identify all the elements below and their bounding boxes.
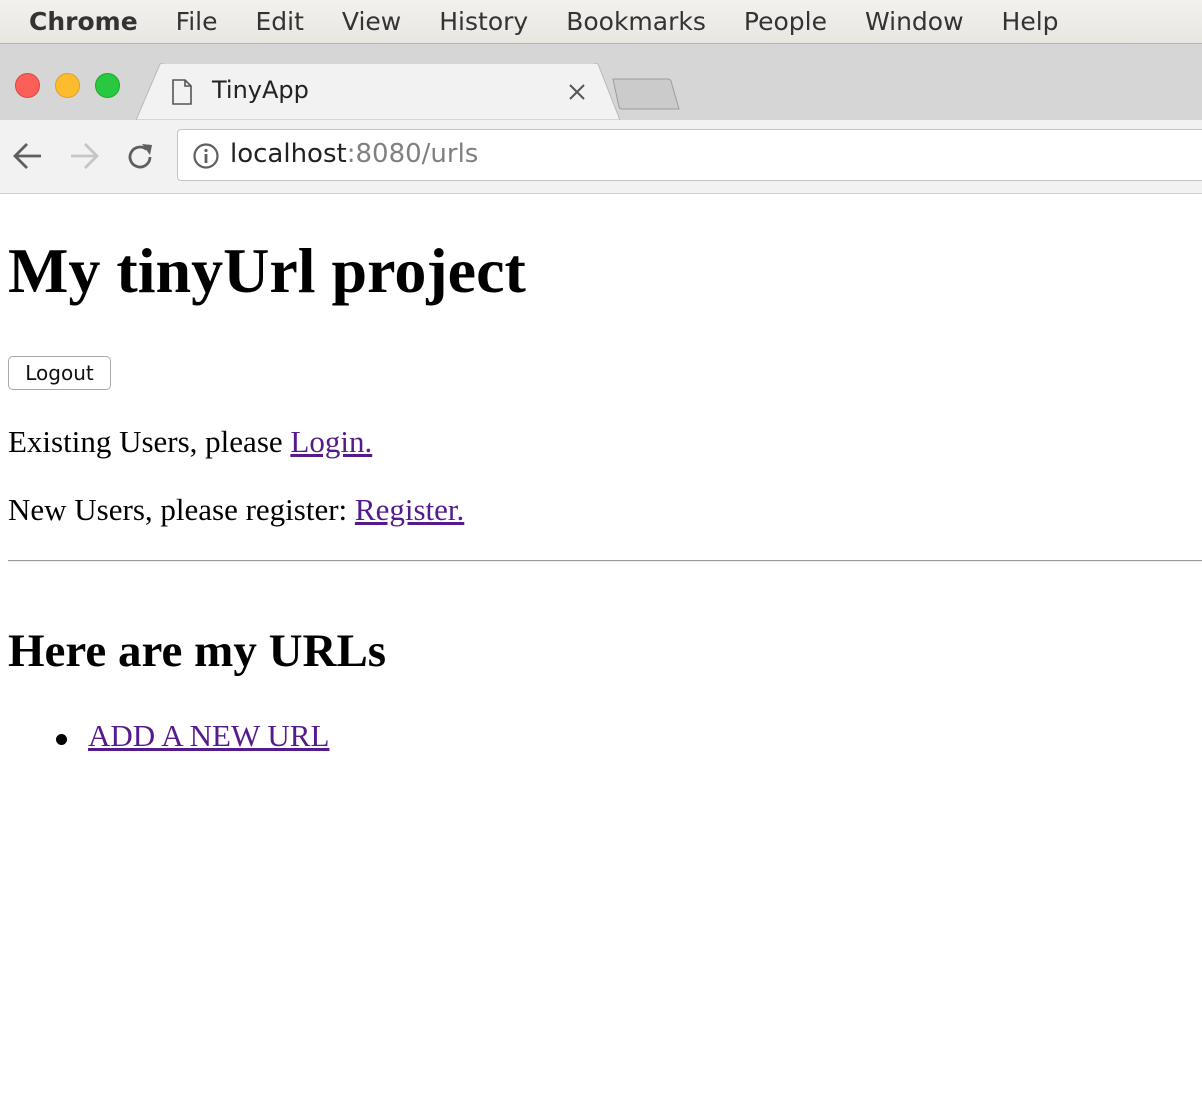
page-title: My tinyUrl project xyxy=(8,235,526,306)
menu-history[interactable]: History xyxy=(439,7,528,36)
add-new-url-link[interactable]: ADD A NEW URL xyxy=(88,718,329,753)
url-host: localhost xyxy=(230,139,347,169)
list-item: ADD A NEW URL xyxy=(88,718,329,754)
tab-strip: TinyApp xyxy=(0,44,1202,120)
login-link[interactable]: Login. xyxy=(290,424,372,459)
reload-icon[interactable] xyxy=(125,142,155,172)
forward-arrow-icon[interactable] xyxy=(69,142,99,170)
menu-app-chrome[interactable]: Chrome xyxy=(29,7,138,36)
window-close-button[interactable] xyxy=(15,73,40,98)
menu-bookmarks[interactable]: Bookmarks xyxy=(566,7,706,36)
url-path: :8080/urls xyxy=(346,139,479,169)
mac-menu-bar: Chrome File Edit View History Bookmarks … xyxy=(0,0,1202,44)
menu-view[interactable]: View xyxy=(342,7,401,36)
info-icon[interactable] xyxy=(192,142,220,170)
window-zoom-button[interactable] xyxy=(95,73,120,98)
urls-heading: Here are my URLs xyxy=(8,625,387,677)
menu-file[interactable]: File xyxy=(176,7,218,36)
window-minimize-button[interactable] xyxy=(55,73,80,98)
existing-users-text: Existing Users, please xyxy=(8,424,291,459)
address-bar[interactable]: localhost:8080/urls xyxy=(177,129,1202,181)
document-icon xyxy=(172,79,192,105)
menu-help[interactable]: Help xyxy=(1002,7,1059,36)
horizontal-rule xyxy=(8,560,1202,562)
url-text: localhost:8080/urls xyxy=(230,139,478,169)
page-content: My tinyUrl project Logout Existing Users… xyxy=(0,194,1202,1100)
tab-shape xyxy=(136,63,620,120)
existing-users-line: Existing Users, please Login. xyxy=(8,424,372,460)
menu-window[interactable]: Window xyxy=(865,7,964,36)
tab-title: TinyApp xyxy=(212,76,309,104)
browser-toolbar: localhost:8080/urls xyxy=(0,120,1202,194)
tab-tinyapp[interactable]: TinyApp xyxy=(136,63,620,120)
new-users-line: New Users, please register: Register. xyxy=(8,492,464,528)
new-tab-button[interactable] xyxy=(612,78,680,110)
register-link[interactable]: Register. xyxy=(355,492,464,527)
list-bullet xyxy=(56,734,67,745)
new-users-text: New Users, please register: xyxy=(8,492,355,527)
back-arrow-icon[interactable] xyxy=(13,142,43,170)
menu-people[interactable]: People xyxy=(744,7,827,36)
logout-button[interactable]: Logout xyxy=(8,356,111,390)
close-tab-icon[interactable] xyxy=(568,83,586,101)
menu-edit[interactable]: Edit xyxy=(256,7,304,36)
